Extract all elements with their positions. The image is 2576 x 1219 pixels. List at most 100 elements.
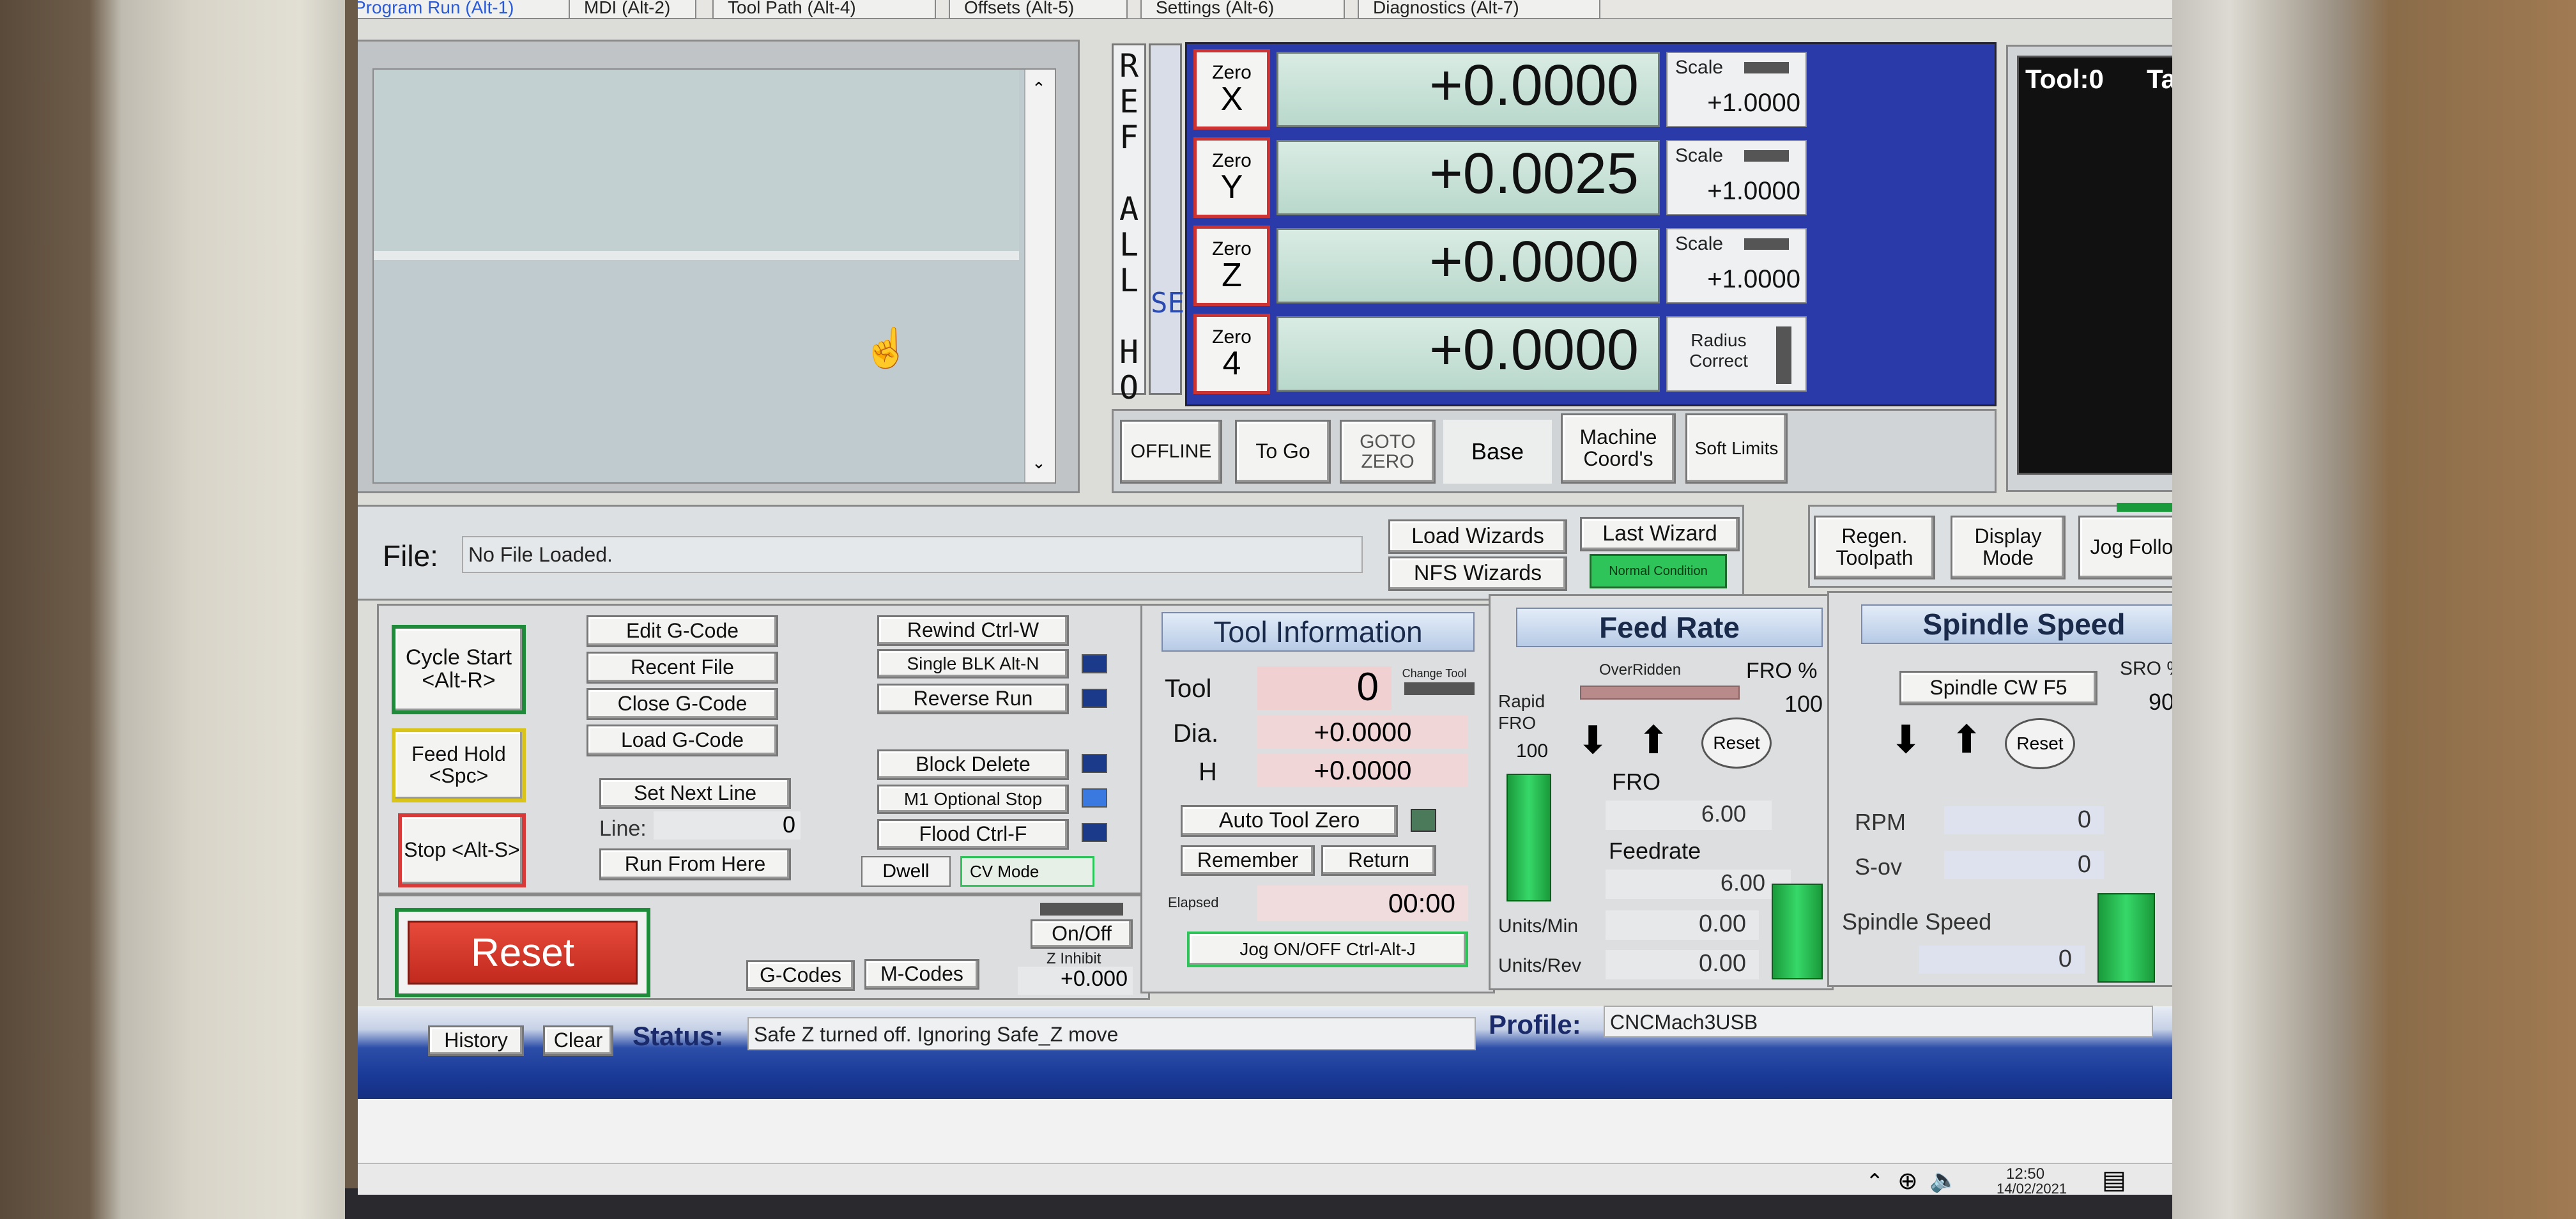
history-button[interactable]: History: [428, 1025, 524, 1056]
fro-reset-button[interactable]: Reset: [1701, 717, 1772, 769]
stop-button[interactable]: Stop <Alt-S>: [398, 813, 526, 887]
rapid-fro-label: Rapid FRO: [1498, 691, 1545, 733]
radius-correct-box[interactable]: Radius Correct: [1666, 316, 1807, 392]
jog-follow-button[interactable]: Jog Follow: [2078, 516, 2172, 579]
scale-z-value[interactable]: +1.0000: [1707, 265, 1800, 294]
mach3-screen: Program Run (Alt-1) MDI (Alt-2) Tool Pat…: [358, 0, 2172, 1195]
tab-offsets[interactable]: Offsets (Alt-5): [949, 0, 1128, 19]
run-from-here-button[interactable]: Run From Here: [599, 848, 791, 880]
radius-correct-led: [1776, 326, 1791, 384]
to-go-button[interactable]: To Go: [1235, 420, 1331, 484]
return-button[interactable]: Return: [1321, 845, 1436, 876]
z-inhibit-led: [1040, 903, 1123, 916]
gcodes-button[interactable]: G-Codes: [746, 960, 855, 991]
taskbar-date[interactable]: 14/02/2021: [1997, 1181, 2067, 1195]
scroll-down-icon[interactable]: ⌄: [1032, 453, 1046, 473]
tray-chevron-icon[interactable]: ⌃: [1866, 1169, 1884, 1195]
radius-correct-label: Radius Correct: [1689, 330, 1748, 371]
edit-gcode-button[interactable]: Edit G-Code: [586, 615, 778, 647]
reverse-run-led: [1082, 689, 1107, 708]
volume-icon[interactable]: 🔈: [1929, 1167, 1958, 1193]
dro-z: +0.0000: [1276, 228, 1660, 303]
axis-z-name: Z: [1222, 257, 1242, 294]
recent-file-button[interactable]: Recent File: [586, 652, 778, 684]
z-inhibit-on-off-button[interactable]: On/Off: [1031, 919, 1133, 949]
zero-4-label: Zero: [1212, 326, 1252, 348]
change-tool-button[interactable]: Change Tool: [1393, 666, 1476, 681]
cycle-start-button[interactable]: Cycle Start <Alt-R>: [392, 625, 526, 714]
rpm-value: 0: [1944, 806, 2104, 834]
fro-down-icon[interactable]: ⬇: [1577, 721, 1609, 760]
nfs-wizards-button[interactable]: NFS Wizards: [1388, 556, 1567, 591]
tool-value[interactable]: 0: [1257, 666, 1392, 710]
soft-limits-button[interactable]: Soft Limits: [1685, 413, 1788, 484]
block-delete-button[interactable]: Block Delete: [877, 749, 1069, 780]
units-min-value: 0.00: [1606, 910, 1759, 940]
feed-rate-title: Feed Rate: [1516, 608, 1823, 647]
spindle-speed-slider[interactable]: [2097, 893, 2155, 983]
remember-button[interactable]: Remember: [1181, 845, 1315, 876]
zero-z-label: Zero: [1212, 238, 1252, 259]
h-value[interactable]: +0.0000: [1257, 754, 1468, 787]
regen-toolpath-button[interactable]: Regen. Toolpath: [1814, 516, 1935, 579]
feed-hold-button[interactable]: Feed Hold <Spc>: [392, 728, 526, 802]
zero-y-button[interactable]: Zero Y: [1193, 137, 1270, 218]
tab-diagnostics[interactable]: Diagnostics (Alt-7): [1358, 0, 1600, 19]
zero-z-button[interactable]: Zero Z: [1193, 226, 1270, 306]
offline-button[interactable]: OFFLINE: [1120, 420, 1222, 484]
scale-x-value[interactable]: +1.0000: [1707, 89, 1800, 118]
set-button[interactable]: SET: [1149, 43, 1201, 395]
tab-mdi[interactable]: MDI (Alt-2): [569, 0, 696, 19]
reset-button[interactable]: Reset: [408, 921, 638, 985]
base-button[interactable]: Base: [1443, 420, 1552, 484]
network-globe-icon[interactable]: ⊕: [1897, 1167, 1918, 1195]
m1-optional-stop-led: [1082, 788, 1107, 808]
m1-optional-stop-button[interactable]: M1 Optional Stop: [877, 785, 1069, 814]
spindle-speed-label: Spindle Speed: [1842, 908, 1992, 935]
z-inhibit-field[interactable]: +0.000: [1018, 967, 1133, 995]
dia-value[interactable]: +0.0000: [1257, 716, 1468, 749]
goto-zero-button[interactable]: GOTO ZERO: [1340, 420, 1436, 484]
gcode-scrollbar[interactable]: ⌃ ⌄: [1024, 70, 1055, 482]
scale-y-value[interactable]: +1.0000: [1707, 177, 1800, 206]
scroll-up-icon[interactable]: ⌃: [1032, 79, 1046, 98]
zero-x-button[interactable]: Zero X: [1193, 49, 1270, 130]
machine-coords-button[interactable]: Machine Coord's: [1561, 413, 1676, 484]
sro-reset-button[interactable]: Reset: [2005, 718, 2075, 769]
clear-button[interactable]: Clear: [543, 1025, 613, 1056]
single-blk-button[interactable]: Single BLK Alt-N: [877, 649, 1069, 678]
sro-down-icon[interactable]: ⬇: [1890, 721, 1922, 759]
rapid-fro-slider[interactable]: [1506, 774, 1551, 901]
tab-tool-path[interactable]: Tool Path (Alt-4): [712, 0, 936, 19]
tab-settings[interactable]: Settings (Alt-6): [1140, 0, 1345, 19]
ref-all-home-button[interactable]: R E F A L L H O M E: [1112, 43, 1146, 477]
notifications-icon[interactable]: ▤: [2102, 1165, 2126, 1195]
sro-up-icon[interactable]: ⬆: [1951, 721, 1982, 759]
dro-x: +0.0000: [1276, 52, 1660, 127]
load-gcode-button[interactable]: Load G-Code: [586, 724, 778, 756]
zero-4-button[interactable]: Zero 4: [1193, 314, 1270, 394]
jog-follow-led: [2117, 503, 2172, 512]
rewind-button[interactable]: Rewind Ctrl-W: [877, 615, 1069, 646]
close-gcode-button[interactable]: Close G-Code: [586, 688, 778, 720]
file-field[interactable]: No File Loaded.: [462, 536, 1363, 573]
spindle-cw-button[interactable]: Spindle CW F5: [1899, 671, 2097, 705]
line-field[interactable]: 0: [654, 811, 801, 839]
jog-on-off-button[interactable]: Jog ON/OFF Ctrl-Alt-J: [1187, 931, 1468, 967]
tool-display[interactable]: Tool:0 Table Display: [2017, 56, 2172, 475]
auto-tool-zero-button[interactable]: Auto Tool Zero: [1181, 805, 1398, 837]
tool-display-title: Table Display: [2147, 64, 2172, 94]
feedrate-value[interactable]: 6.00: [1606, 870, 1791, 899]
fro-value[interactable]: 6.00: [1606, 801, 1772, 830]
flood-button[interactable]: Flood Ctrl-F: [877, 819, 1069, 850]
display-mode-button[interactable]: Display Mode: [1951, 516, 2066, 579]
fro-up-icon[interactable]: ⬆: [1637, 721, 1669, 760]
feedrate-slider[interactable]: [1772, 884, 1823, 979]
load-wizards-button[interactable]: Load Wizards: [1388, 519, 1567, 554]
set-next-line-button[interactable]: Set Next Line: [599, 778, 791, 809]
mcodes-button[interactable]: M-Codes: [864, 959, 979, 990]
last-wizard-button[interactable]: Last Wizard: [1580, 517, 1740, 551]
reverse-run-button[interactable]: Reverse Run: [877, 684, 1069, 714]
gcode-display[interactable]: ⌃ ⌄ ☝: [372, 68, 1056, 484]
sro-value: 90: [2149, 689, 2172, 715]
